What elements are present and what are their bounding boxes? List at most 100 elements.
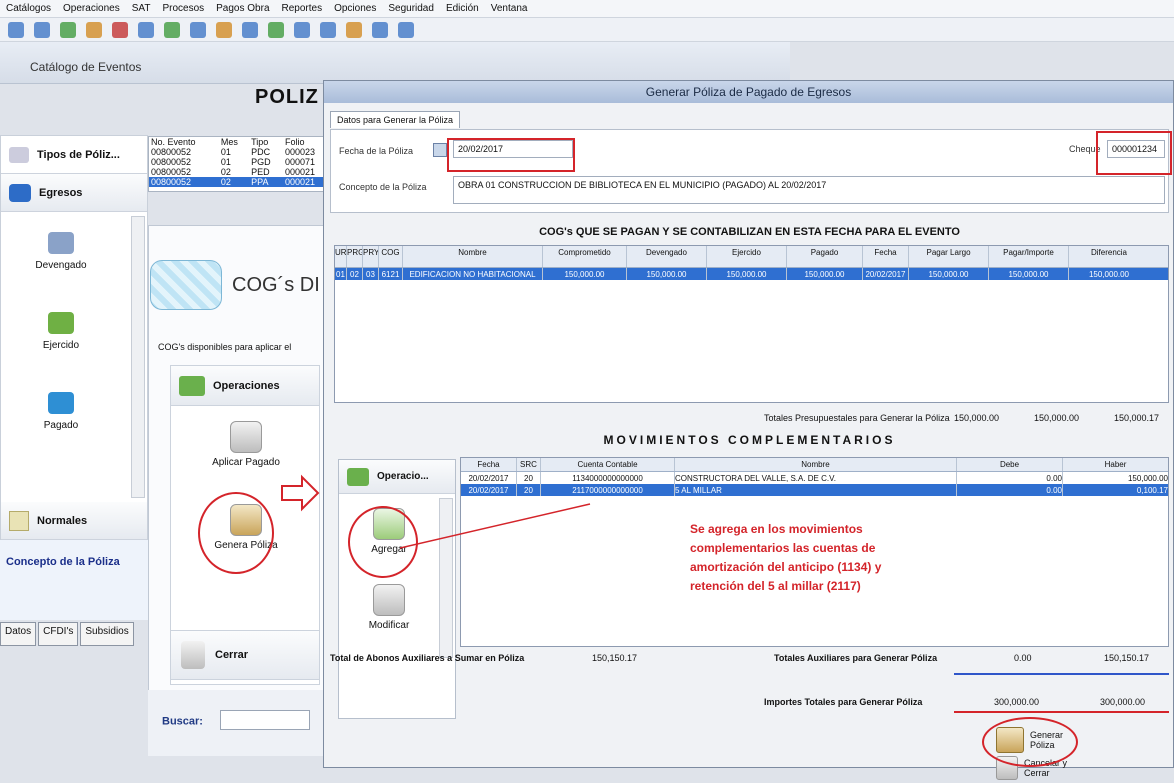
operaciones-header[interactable]: Operaciones <box>171 366 319 406</box>
key-icon[interactable] <box>346 22 362 38</box>
table-row[interactable]: 00800052 01 PGD 000071 <box>149 157 332 167</box>
table-row-selected[interactable]: 00800052 02 PPA 000021 <box>149 177 332 187</box>
concepto-label: Concepto de la Póliza <box>339 182 427 192</box>
edit-db-icon <box>373 584 405 616</box>
save-icon[interactable] <box>60 22 76 38</box>
cell: 00800052 <box>151 167 192 177</box>
delete-icon[interactable] <box>112 22 128 38</box>
menu-item[interactable]: Seguridad <box>388 3 434 14</box>
mov-ops-panel: Operacio... Agregar Modificar <box>338 459 456 719</box>
col-fecha: Fecha <box>461 458 517 471</box>
left-nav: Tipos de Póliz... Egresos Devengado Ejer… <box>0 135 148 575</box>
col-pagar-importe: Pagar/Importe <box>989 246 1069 267</box>
cell: 02 <box>347 268 363 280</box>
cell: 01 <box>220 157 231 167</box>
subtabs: Datos CFDI's Subsidios <box>0 622 134 646</box>
folder-icon <box>9 146 29 163</box>
tab-datos-generar[interactable]: Datos para Generar la Póliza <box>330 111 461 128</box>
cloud-logo-icon <box>150 260 222 310</box>
cell: PPA <box>249 177 283 187</box>
open-icon[interactable] <box>34 22 50 38</box>
tab-egresos[interactable]: Egresos <box>1 174 147 212</box>
subtab-datos[interactable]: Datos <box>0 622 37 646</box>
nav-item-ejercido[interactable]: Ejercido <box>1 312 121 351</box>
mov-section-title: MOVIMIENTOS COMPLEMENTARIOS <box>603 433 896 447</box>
col-pry: PRY <box>363 246 379 267</box>
search-input[interactable] <box>220 710 311 730</box>
highlight-fecha <box>447 138 575 172</box>
annotation-text: Se agrega en los movimientos complementa… <box>690 522 882 593</box>
print-icon[interactable] <box>138 22 154 38</box>
window-icon[interactable] <box>294 22 310 38</box>
col-haber: Haber <box>1104 460 1127 469</box>
nav-item-devengado[interactable]: Devengado <box>1 232 121 271</box>
cog-title: COG´s DI <box>232 273 320 296</box>
calendar-icon[interactable] <box>433 143 447 157</box>
menu-item[interactable]: Catálogos <box>6 3 51 14</box>
cell: 20/02/2017 <box>461 472 517 484</box>
menu-item[interactable]: Pagos Obra <box>216 3 269 14</box>
tab-tipos-poliza[interactable]: Tipos de Póliz... <box>1 136 147 174</box>
cell: PED <box>251 167 270 177</box>
menu-item[interactable]: SAT <box>132 3 151 14</box>
buscar-bar: Buscar: <box>148 690 333 756</box>
importes-totales-label: Importes Totales para Generar Póliza <box>764 697 923 707</box>
tab-tipos-label: Tipos de Póliz... <box>37 148 120 161</box>
report-icon[interactable] <box>164 22 180 38</box>
cell: 0.00 <box>957 472 1063 484</box>
chart-icon[interactable] <box>242 22 258 38</box>
cell: 2117000000000000 <box>541 484 675 496</box>
users-icon[interactable] <box>320 22 336 38</box>
egresos-list: Devengado Ejercido Pagado <box>1 212 147 502</box>
menu-item[interactable]: Procesos <box>162 3 204 14</box>
calendar-icon[interactable] <box>190 22 206 38</box>
table-row[interactable]: 00800052 01 PDC 000023 <box>149 147 332 157</box>
aplicar-pagado-button[interactable]: Aplicar Pagado <box>196 421 296 468</box>
col-fecha: Fecha <box>863 246 909 267</box>
dialog-title: Generar Póliza de Pagado de Egresos <box>324 81 1173 103</box>
fecha-label: Fecha de la Póliza <box>339 146 414 156</box>
tab-normales[interactable]: Normales <box>1 502 147 540</box>
cell: 00800052 <box>149 177 219 187</box>
network-icon[interactable] <box>372 22 388 38</box>
folder-icon[interactable] <box>86 22 102 38</box>
toolbar <box>0 18 1174 42</box>
cog-grid-header: UR PRG PRY COG Nombre Comprometido Deven… <box>335 246 1168 268</box>
buscar-label: Buscar: <box>162 715 203 728</box>
table-row-selected[interactable]: 20/02/2017 20 2117000000000000 5 AL MILL… <box>461 484 1168 496</box>
new-icon[interactable] <box>8 22 24 38</box>
nav-item-pagado[interactable]: Pagado <box>1 392 121 431</box>
modificar-label: Modificar <box>368 620 410 631</box>
subtab-cfdis[interactable]: CFDI's <box>38 622 79 646</box>
operaciones-icon <box>179 375 205 396</box>
menu-item[interactable]: Reportes <box>282 3 323 14</box>
total-pres-2: 150,000.00 <box>1034 413 1080 423</box>
generar-poliza-dialog: Generar Póliza de Pagado de Egresos Dato… <box>323 80 1174 780</box>
mov-ops-header[interactable]: Operacio... <box>339 460 455 494</box>
table-row-selected[interactable]: 01 02 03 6121 EDIFICACION NO HABITACIONA… <box>335 268 1168 280</box>
menu-item[interactable]: Ventana <box>491 3 528 14</box>
concepto-input[interactable]: OBRA 01 CONSTRUCCION DE BIBLIOTECA EN EL… <box>453 176 1165 204</box>
cell: 20 <box>517 484 541 496</box>
cell: 150,000.00 <box>543 268 627 280</box>
settings-icon[interactable] <box>216 22 232 38</box>
cerrar-button[interactable]: Cerrar <box>170 630 320 680</box>
modificar-button[interactable]: Modificar <box>339 584 439 631</box>
cell: 0,100.17 <box>1136 486 1168 495</box>
list-icon[interactable] <box>268 22 284 38</box>
total-pres-1: 150,000.00 <box>954 413 1000 423</box>
menu-item[interactable]: Operaciones <box>63 3 120 14</box>
cell: PGD <box>251 157 271 167</box>
event-grid: No. Evento Mes Tipo Folio 00800052 01 PDC 0… <box>148 136 333 192</box>
cell: CONSTRUCTORA DEL VALLE, S.A. DE C.V. <box>675 472 957 484</box>
help-icon[interactable] <box>398 22 414 38</box>
subtab-subsidios[interactable]: Subsidios <box>80 622 134 646</box>
menu-item[interactable]: Edición <box>446 3 479 14</box>
cell: 20 <box>517 472 541 484</box>
menu-item[interactable]: Opciones <box>334 3 376 14</box>
table-row[interactable]: 00800052 02 PED 000021 <box>149 167 332 177</box>
nav-scrollbar[interactable] <box>131 216 145 498</box>
table-row[interactable]: 20/02/2017 20 1134000000000000 CONSTRUCT… <box>461 472 1168 484</box>
cell: 03 <box>363 268 379 280</box>
col-diferencia: Diferencia <box>1090 248 1127 257</box>
